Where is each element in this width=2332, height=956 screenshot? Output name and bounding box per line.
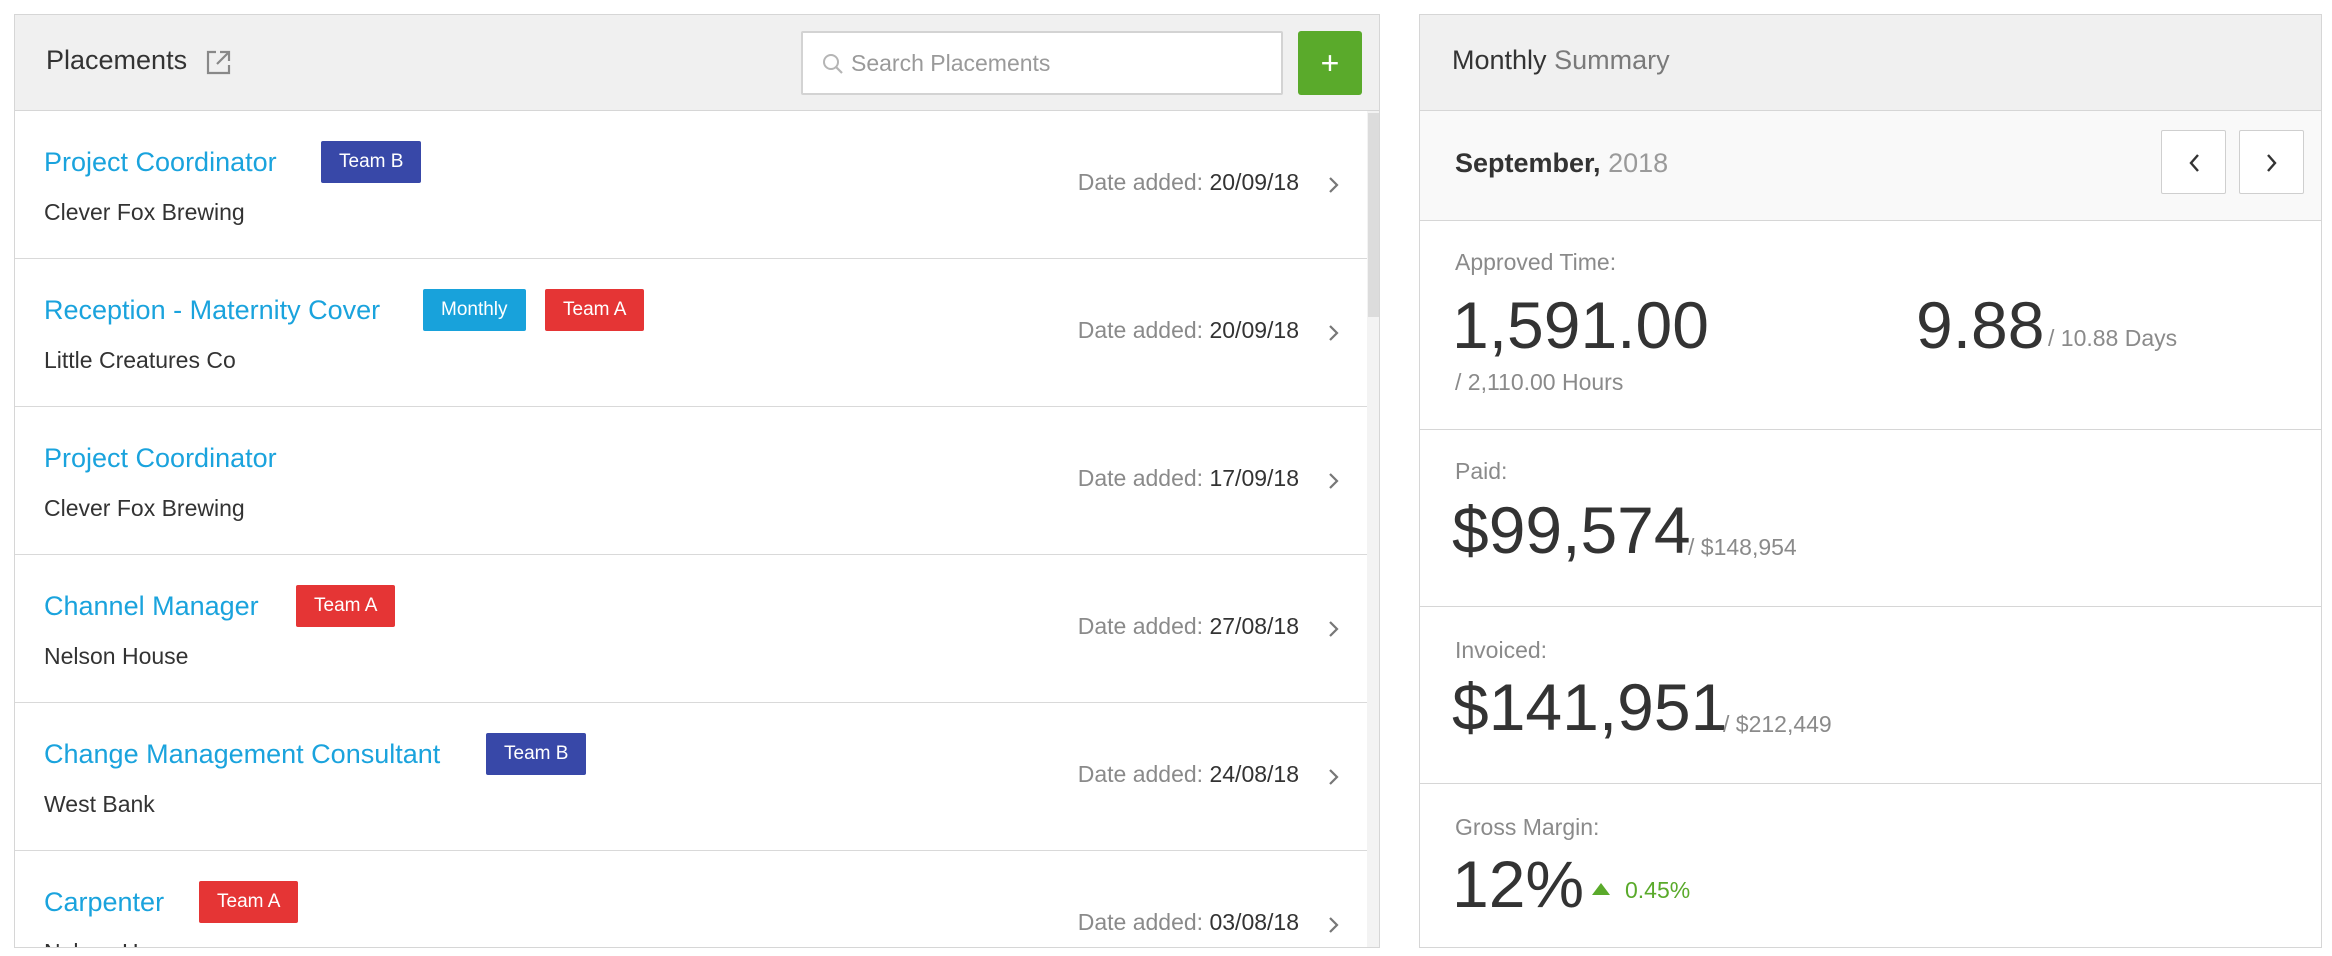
placement-title[interactable]: Carpenter <box>44 887 164 918</box>
summary-header: Monthly Summary <box>1420 15 2321 111</box>
date-added-value: 20/09/18 <box>1209 169 1299 195</box>
invoiced-label: Invoiced: <box>1455 637 1548 663</box>
approved-hours-value: 1,591.00 <box>1452 288 1709 362</box>
date-added-label: Date added: <box>1077 465 1204 491</box>
placement-title[interactable]: Project Coordinator <box>44 443 277 474</box>
search-icon <box>821 52 845 76</box>
team-a-badge: Team A <box>296 585 396 627</box>
chevron-right-icon <box>2267 154 2277 172</box>
date-added-value: 27/08/18 <box>1209 613 1299 639</box>
paid-section: Paid: $99,574 / $148,954 <box>1420 430 2321 607</box>
date-added: Date added: 24/08/18 <box>1078 761 1299 788</box>
invoiced-value: $141,951 <box>1452 670 1728 744</box>
date-added: Date added: 27/08/18 <box>1078 613 1299 640</box>
team-a-badge: Team A <box>545 289 645 331</box>
summary-title: Monthly Summary <box>1452 45 1670 76</box>
placement-title[interactable]: Project Coordinator <box>44 147 277 178</box>
placement-title[interactable]: Reception - Maternity Cover <box>44 295 380 326</box>
monthly-summary-panel: Monthly Summary September, 2018 Approved… <box>1419 14 2322 948</box>
placement-row[interactable]: Reception - Maternity Cover Monthly Team… <box>15 259 1367 407</box>
placement-row[interactable]: Project Coordinator Clever Fox Brewing D… <box>15 407 1367 555</box>
team-b-badge: Team B <box>321 141 422 183</box>
team-a-badge: Team A <box>199 881 299 923</box>
list-scrollbar[interactable] <box>1367 111 1379 947</box>
scrollbar-thumb[interactable] <box>1368 113 1379 317</box>
period-year: 2018 <box>1608 148 1669 178</box>
monthly-badge: Monthly <box>423 289 526 331</box>
placements-list: Project Coordinator Team B Clever Fox Br… <box>15 111 1367 947</box>
date-added-value: 17/09/18 <box>1209 465 1299 491</box>
placement-row[interactable]: Project Coordinator Team B Clever Fox Br… <box>15 111 1367 259</box>
chevron-right-icon[interactable] <box>1327 766 1341 788</box>
placement-company: Nelson House <box>44 939 188 947</box>
summary-title-light: Summary <box>1554 45 1670 75</box>
date-added-value: 24/08/18 <box>1209 761 1299 787</box>
date-added-label: Date added: <box>1077 613 1204 639</box>
period-selector: September, 2018 <box>1420 111 2321 221</box>
date-added: Date added: 17/09/18 <box>1078 465 1299 492</box>
date-added-value: 03/08/18 <box>1209 909 1299 935</box>
placement-company: Clever Fox Brewing <box>44 495 245 521</box>
approved-days-total: / 10.88 Days <box>2048 325 2178 351</box>
invoiced-section: Invoiced: $141,951 / $212,449 <box>1420 607 2321 784</box>
search-box <box>801 31 1283 95</box>
placement-row[interactable]: Channel Manager Team A Nelson House Date… <box>15 555 1367 703</box>
chevron-right-icon[interactable] <box>1327 914 1341 936</box>
placement-company: West Bank <box>44 791 155 817</box>
date-added-label: Date added: <box>1077 909 1204 935</box>
gross-margin-change: 0.45% <box>1625 877 1691 903</box>
external-link-icon[interactable] <box>204 48 233 77</box>
invoiced-total: / $212,449 <box>1723 711 1832 737</box>
chevron-right-icon[interactable] <box>1327 618 1341 640</box>
placement-title[interactable]: Channel Manager <box>44 591 259 622</box>
placement-company: Little Creatures Co <box>44 347 236 373</box>
previous-month-button[interactable] <box>2161 130 2226 194</box>
date-added: Date added: 20/09/18 <box>1078 169 1299 196</box>
placements-header: Placements + <box>15 15 1379 111</box>
date-added: Date added: 03/08/18 <box>1078 909 1299 936</box>
placement-company: Nelson House <box>44 643 189 669</box>
paid-value: $99,574 <box>1452 493 1691 567</box>
placement-row[interactable]: Change Management Consultant Team B West… <box>15 703 1367 851</box>
team-b-badge: Team B <box>486 733 587 775</box>
triangle-up-icon <box>1591 882 1611 896</box>
date-added-label: Date added: <box>1077 317 1204 343</box>
paid-label: Paid: <box>1455 458 1508 484</box>
placements-title: Placements <box>46 45 188 75</box>
approved-days-value: 9.88 <box>1916 288 2045 362</box>
approved-time-label: Approved Time: <box>1455 249 1617 275</box>
gross-margin-section: Gross Margin: 12% 0.45% <box>1420 784 2321 947</box>
paid-total: / $148,954 <box>1688 534 1797 560</box>
gross-margin-value: 12% <box>1452 847 1585 921</box>
date-added: Date added: 20/09/18 <box>1078 317 1299 344</box>
placement-title[interactable]: Change Management Consultant <box>44 739 440 770</box>
chevron-left-icon <box>2189 154 2199 172</box>
date-added-label: Date added: <box>1077 761 1204 787</box>
approved-hours-total: / 2,110.00 Hours <box>1455 369 1624 395</box>
date-added-value: 20/09/18 <box>1209 317 1299 343</box>
chevron-right-icon[interactable] <box>1327 174 1341 196</box>
placement-company: Clever Fox Brewing <box>44 199 245 225</box>
placements-panel: Placements + Project Coordinator Team B <box>14 14 1380 948</box>
placement-row[interactable]: Carpenter Team A Nelson House Date added… <box>15 851 1367 947</box>
chevron-right-icon[interactable] <box>1327 470 1341 492</box>
add-placement-button[interactable]: + <box>1298 31 1362 95</box>
gross-margin-label: Gross Margin: <box>1455 814 1600 840</box>
summary-title-main: Monthly <box>1452 45 1547 75</box>
date-added-label: Date added: <box>1077 169 1204 195</box>
period-label: September, 2018 <box>1455 148 1668 179</box>
chevron-right-icon[interactable] <box>1327 322 1341 344</box>
approved-time-section: Approved Time: 1,591.00 / 2,110.00 Hours… <box>1420 221 2321 430</box>
period-month: September, <box>1455 148 1601 178</box>
next-month-button[interactable] <box>2239 130 2304 194</box>
search-input[interactable] <box>851 33 1271 93</box>
